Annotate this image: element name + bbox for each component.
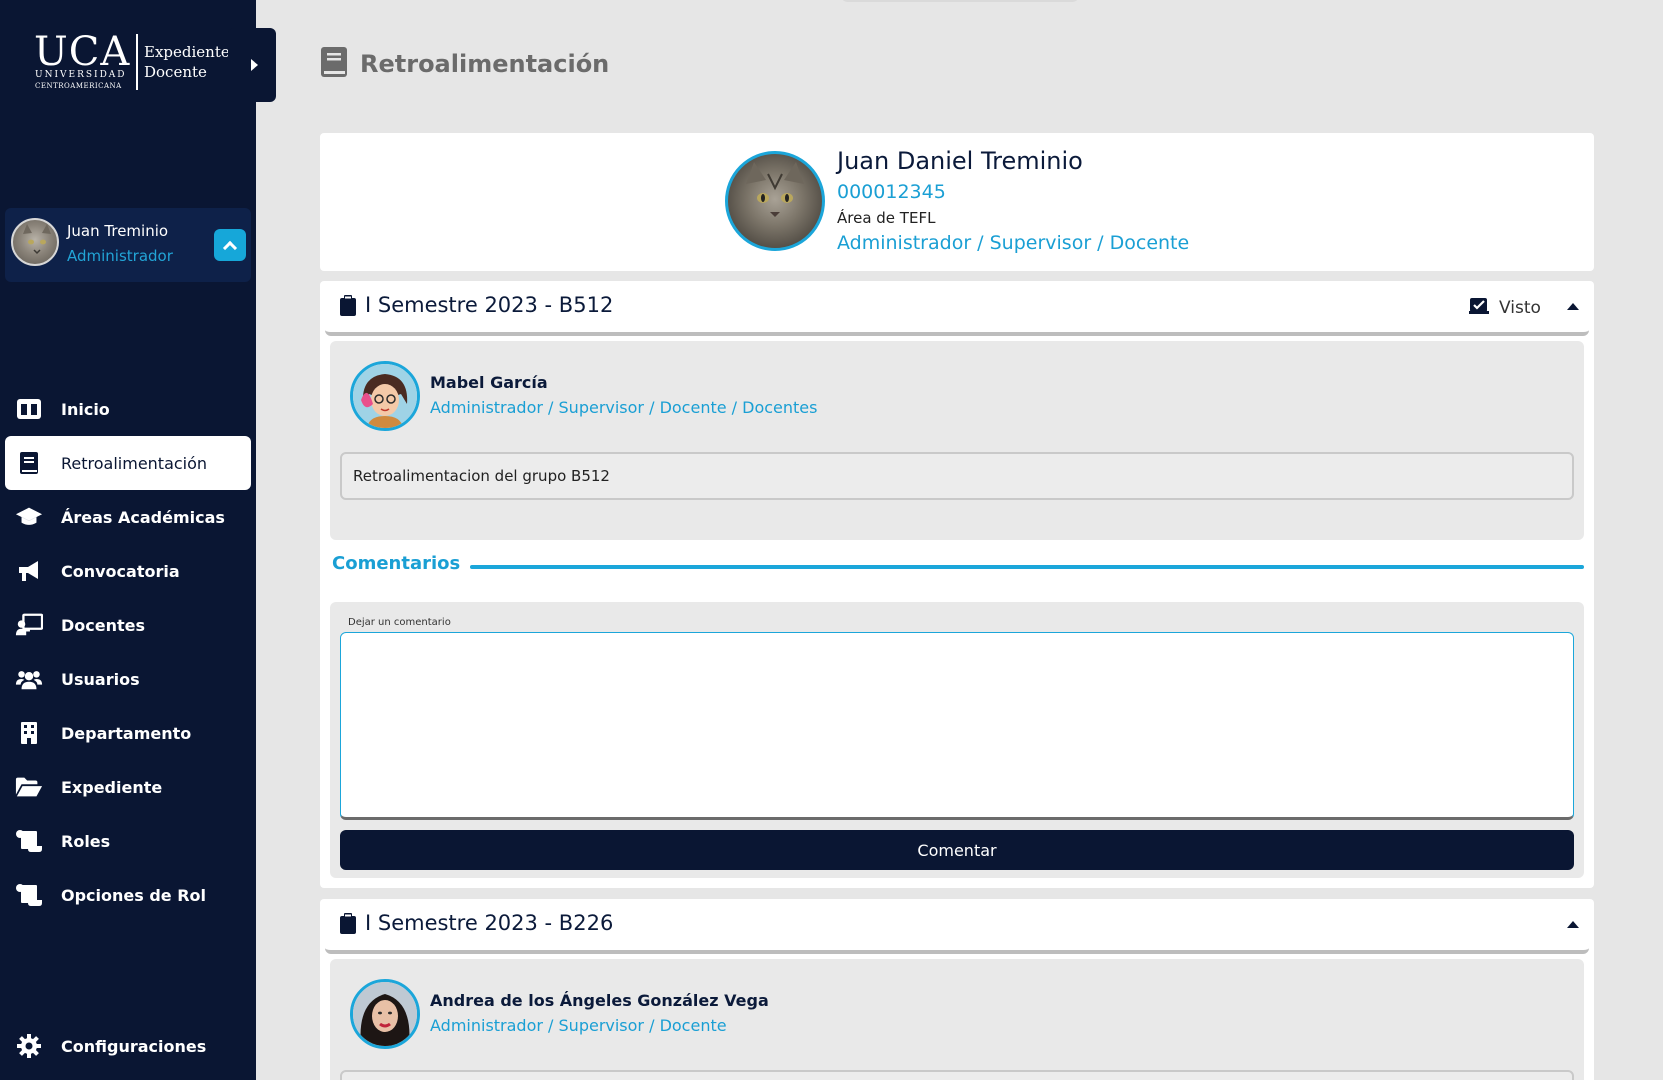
book-icon: [320, 46, 348, 82]
sidebar-item-label: Configuraciones: [61, 1036, 207, 1056]
sidebar-user-role: Administrador: [67, 247, 173, 265]
feedback-text: Retroalimentacion del grupo B512: [340, 452, 1574, 500]
comments-heading: Comentarios: [332, 553, 461, 574]
logo-uca-text: UCA: [34, 29, 131, 75]
sidebar-item-label: Docentes: [61, 615, 146, 635]
clipboard-icon: [339, 295, 357, 321]
sidebar-item-label: Inicio: [61, 399, 110, 419]
sidebar-item-opciones-de-rol[interactable]: Opciones de Rol: [5, 868, 251, 922]
sidebar-toggle-button[interactable]: [228, 28, 276, 102]
comments-divider: [470, 565, 1584, 569]
logo-product-line1: Expediente: [144, 43, 230, 61]
page-header: Retroalimentación: [320, 46, 609, 82]
sidebar-item-label: Opciones de Rol: [61, 885, 207, 905]
profile-name: Juan Daniel Treminio: [837, 147, 1083, 175]
logo-product-line2: Docente: [144, 63, 207, 81]
sidebar-item-docentes[interactable]: Docentes: [5, 598, 251, 652]
logo-divider: [136, 34, 138, 90]
sidebar-item-departamento[interactable]: Departamento: [5, 706, 251, 760]
logo-universidad-text: UNIVERSIDAD: [35, 70, 127, 80]
top-dropdown-shadow: [840, 0, 1080, 2]
logo-centroamericana-text: CENTROAMERICANA: [35, 82, 122, 90]
sidebar-user-card: Juan Treminio Administrador: [5, 208, 251, 282]
sidebar-item-label: Roles: [61, 831, 111, 851]
author-roles: Administrador / Supervisor / Docente: [430, 1016, 727, 1035]
seen-indicator[interactable]: Visto: [1469, 296, 1541, 319]
sidebar-item-roles[interactable]: Roles: [5, 814, 251, 868]
profile-roles: Administrador / Supervisor / Docente: [837, 232, 1190, 254]
feedback-section: I Semestre 2023 - B512 Visto Mabel Garcí…: [320, 281, 1594, 888]
gear-icon: [15, 1034, 43, 1058]
sidebar-item-label: Usuarios: [61, 669, 140, 689]
sidebar-item-areas-academicas[interactable]: Áreas Académicas: [5, 490, 251, 544]
author-avatar: [350, 979, 420, 1049]
sidebar-item-retroalimentacion[interactable]: Retroalimentación: [5, 436, 251, 490]
comment-form: Dejar un comentario Comentar: [330, 602, 1584, 878]
scroll-icon: [15, 883, 43, 907]
sidebar-item-label: Convocatoria: [61, 561, 180, 581]
sidebar: UCA UNIVERSIDAD CENTROAMERICANA Expedien…: [0, 0, 276, 1080]
collapse-caret-icon[interactable]: [1567, 303, 1579, 310]
section-title: I Semestre 2023 - B512: [365, 293, 614, 317]
profile-card: Juan Daniel Treminio 000012345 Área de T…: [320, 133, 1594, 271]
feedback-entry: Andrea de los Ángeles González Vega Admi…: [330, 959, 1584, 1080]
collapse-caret-icon[interactable]: [1567, 921, 1579, 928]
sidebar-item-label: Retroalimentación: [61, 453, 208, 473]
sidebar-item-convocatoria[interactable]: Convocatoria: [5, 544, 251, 598]
check-square-icon: [1469, 296, 1489, 319]
sidebar-item-configuraciones[interactable]: Configuraciones: [5, 1019, 251, 1073]
sidebar-item-expediente[interactable]: Expediente: [5, 760, 251, 814]
scroll-icon: [15, 829, 43, 853]
clipboard-icon: [339, 913, 357, 939]
comment-button[interactable]: Comentar: [340, 830, 1574, 870]
columns-icon: [15, 397, 43, 421]
folder-open-icon: [15, 775, 43, 799]
users-icon: [15, 667, 43, 691]
chevron-up-icon: [222, 240, 238, 255]
logo-product-name: Expediente Docente: [144, 42, 230, 82]
feedback-entry: Mabel García Administrador / Supervisor …: [330, 341, 1584, 540]
author-name: Mabel García: [430, 373, 548, 392]
profile-avatar: [725, 151, 825, 251]
seen-label: Visto: [1499, 297, 1541, 318]
profile-area: Área de TEFL: [837, 209, 936, 227]
sidebar-item-label: Departamento: [61, 723, 192, 743]
chalkboard-teacher-icon: [15, 613, 43, 637]
megaphone-icon: [15, 559, 43, 583]
book-icon: [15, 451, 43, 475]
uca-logo[interactable]: UCA UNIVERSIDAD CENTROAMERICANA Expedien…: [32, 30, 232, 94]
graduation-cap-icon: [15, 505, 43, 529]
section-header[interactable]: I Semestre 2023 - B512 Visto: [325, 281, 1589, 336]
comment-field-label: Dejar un comentario: [348, 617, 451, 628]
user-menu-toggle-button[interactable]: [214, 229, 246, 261]
profile-id: 000012345: [837, 181, 946, 203]
page-title: Retroalimentación: [360, 50, 610, 78]
author-avatar: [350, 361, 420, 431]
sidebar-item-label: Expediente: [61, 777, 163, 797]
sidebar-item-usuarios[interactable]: Usuarios: [5, 652, 251, 706]
section-header[interactable]: I Semestre 2023 - B226: [325, 899, 1589, 954]
author-roles: Administrador / Supervisor / Docente / D…: [430, 398, 818, 417]
avatar: [11, 218, 59, 266]
sidebar-item-inicio[interactable]: Inicio: [5, 382, 251, 436]
sidebar-item-label: Áreas Académicas: [61, 507, 225, 527]
author-name: Andrea de los Ángeles González Vega: [430, 991, 769, 1010]
feedback-text: [340, 1070, 1574, 1080]
feedback-section: I Semestre 2023 - B226 Andrea de los Áng…: [320, 899, 1594, 1080]
section-title: I Semestre 2023 - B226: [365, 911, 614, 935]
comment-textarea[interactable]: [340, 632, 1574, 820]
sidebar-user-name: Juan Treminio: [67, 222, 169, 240]
caret-right-icon: [250, 59, 258, 71]
building-icon: [15, 721, 43, 745]
